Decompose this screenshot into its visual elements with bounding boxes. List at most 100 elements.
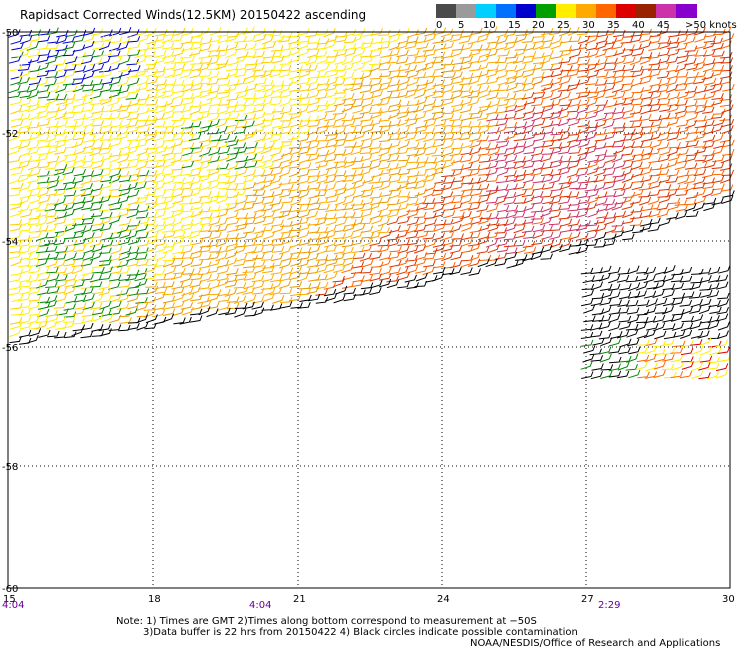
wind-barb bbox=[425, 163, 438, 171]
wind-barb bbox=[580, 324, 594, 331]
wind-barb bbox=[290, 65, 303, 73]
wind-barb bbox=[171, 114, 184, 122]
wind-barb bbox=[460, 169, 473, 178]
wind-barb bbox=[19, 29, 33, 37]
wind-barb bbox=[521, 78, 535, 86]
wind-barbs bbox=[8, 26, 735, 380]
wind-barb bbox=[315, 100, 329, 107]
wind-barb bbox=[604, 64, 617, 71]
wind-barb bbox=[359, 252, 372, 262]
wind-barb bbox=[622, 233, 635, 241]
wind-barb bbox=[208, 281, 221, 290]
wind-barb bbox=[99, 134, 113, 141]
wind-barb bbox=[608, 283, 621, 291]
wind-barb bbox=[620, 182, 633, 191]
wind-barb bbox=[333, 44, 346, 51]
wind-barb bbox=[379, 175, 392, 183]
wind-barb bbox=[288, 168, 301, 178]
wind-barb bbox=[649, 170, 662, 177]
wind-barb bbox=[206, 57, 220, 66]
wind-barb bbox=[594, 134, 608, 142]
wind-barb bbox=[433, 253, 447, 261]
map-frame bbox=[7, 31, 731, 589]
wind-barb bbox=[53, 253, 67, 260]
wind-barb bbox=[613, 160, 626, 170]
wind-barb bbox=[278, 121, 291, 129]
wind-barb bbox=[608, 314, 621, 323]
wind-barb bbox=[637, 339, 650, 346]
wind-barb bbox=[460, 113, 473, 121]
wind-barb bbox=[496, 190, 509, 199]
wind-barb bbox=[550, 51, 564, 59]
wind-barb bbox=[73, 51, 86, 59]
latitude-tick-label: -56 bbox=[2, 343, 18, 354]
wind-barb bbox=[558, 212, 571, 220]
wind-barb bbox=[243, 182, 256, 190]
wind-barb bbox=[488, 134, 501, 142]
wind-barb bbox=[218, 295, 231, 302]
wind-barb bbox=[568, 147, 582, 154]
wind-barb bbox=[649, 139, 663, 149]
wind-barb bbox=[587, 208, 600, 218]
wind-barb bbox=[637, 299, 650, 307]
latitude-tick-label: -52 bbox=[2, 129, 18, 140]
wind-barb bbox=[351, 217, 364, 227]
wind-barb bbox=[44, 162, 58, 170]
wind-barb bbox=[370, 44, 383, 51]
wind-barb bbox=[125, 307, 138, 316]
wind-barb bbox=[234, 134, 248, 142]
wind-barb bbox=[127, 42, 141, 50]
wind-barb bbox=[145, 99, 159, 106]
latitude-tick-label: -54 bbox=[2, 237, 18, 248]
wind-barb bbox=[593, 104, 606, 114]
wind-barb bbox=[199, 231, 213, 240]
wind-barb bbox=[591, 363, 604, 371]
wind-barb bbox=[128, 169, 141, 177]
wind-barb bbox=[53, 128, 66, 136]
wind-barb bbox=[298, 252, 311, 261]
wind-barb bbox=[161, 148, 175, 157]
wind-barb bbox=[422, 266, 435, 276]
wind-barb bbox=[109, 300, 122, 310]
wind-map: 15 18 21 24 27 30-50-52-54-56-58-60 bbox=[2, 26, 735, 605]
wind-barb bbox=[711, 134, 724, 143]
wind-barb bbox=[119, 317, 132, 324]
wind-barb bbox=[198, 135, 212, 143]
wind-barb bbox=[162, 295, 176, 304]
wind-barb bbox=[28, 65, 41, 73]
wind-barb bbox=[719, 26, 732, 36]
wind-barb bbox=[17, 204, 30, 213]
wind-barb bbox=[666, 212, 679, 220]
wind-barb bbox=[117, 64, 131, 73]
wind-barb bbox=[251, 155, 264, 162]
wind-barb bbox=[681, 356, 694, 363]
wind-barb bbox=[404, 64, 417, 73]
wind-barb bbox=[11, 42, 24, 51]
wind-barb bbox=[686, 112, 699, 122]
wind-barb bbox=[279, 245, 292, 255]
wind-barb bbox=[200, 197, 213, 204]
wind-barb bbox=[487, 36, 500, 44]
wind-barb bbox=[593, 161, 606, 171]
wind-barb bbox=[661, 363, 675, 371]
wind-barb bbox=[225, 198, 238, 205]
wind-barb bbox=[521, 189, 535, 198]
wind-barb bbox=[189, 176, 202, 185]
wind-barb bbox=[172, 119, 186, 128]
wind-barb bbox=[550, 58, 564, 66]
wind-barb bbox=[110, 55, 123, 65]
wind-barb bbox=[163, 63, 177, 71]
wind-barb bbox=[188, 169, 202, 177]
wind-barb bbox=[386, 209, 400, 218]
wind-barb bbox=[636, 330, 649, 339]
wind-barb bbox=[225, 183, 239, 191]
wind-barb bbox=[389, 99, 402, 108]
wind-barb bbox=[694, 141, 707, 148]
wind-barb bbox=[416, 42, 429, 50]
wind-barb bbox=[476, 135, 489, 142]
wind-barb bbox=[577, 58, 590, 66]
wind-barb bbox=[333, 148, 347, 156]
wind-barb bbox=[614, 135, 627, 143]
wind-barb bbox=[620, 134, 634, 142]
wind-barb bbox=[235, 155, 249, 163]
